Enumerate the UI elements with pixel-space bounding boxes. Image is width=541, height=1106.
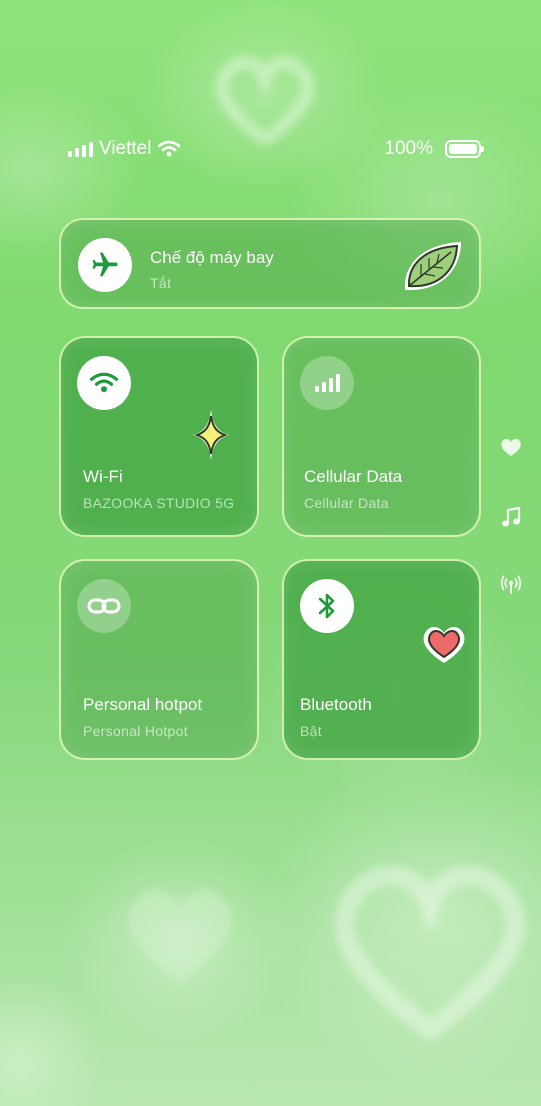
bluetooth-tile[interactable]: Bluetooth Bật [282,559,481,760]
cellular-data-tile[interactable]: Cellular Data Cellular Data [282,336,481,537]
wifi-status-icon [158,140,181,157]
carrier-name: Viettel [99,138,152,159]
signal-strength-icon [68,141,93,157]
status-bar: Viettel 100% [68,138,484,164]
broadcast-icon[interactable] [498,572,524,598]
bluetooth-state: Bật [300,723,322,739]
airplane-icon [78,238,132,292]
sparkle-sticker-icon [193,410,229,460]
heart-sticker-icon [423,627,465,663]
battery-percentage: 100% [384,138,433,159]
airplane-mode-toggle[interactable]: Chế độ máy bay Tắt [59,218,481,309]
airplane-mode-state: Tắt [150,275,172,291]
cellular-data-label: Cellular Data [304,467,403,486]
personal-hotspot-tile[interactable]: Personal hotpot Personal Hotpot [59,559,259,760]
cellular-signal-icon [300,356,354,410]
cellular-data-subtitle: Cellular Data [304,495,389,511]
personal-hotspot-subtitle: Personal Hotpot [83,723,188,739]
wifi-tile[interactable]: Wi-Fi BAZOOKA STUDIO 5G [59,336,259,537]
leaf-sticker-icon [404,242,461,291]
bluetooth-label: Bluetooth [300,695,372,714]
bluetooth-icon [300,579,354,633]
wifi-icon [77,356,131,410]
wifi-network-name: BAZOOKA STUDIO 5G [83,495,235,511]
airplane-mode-label: Chế độ máy bay [150,248,274,267]
background-heart-decoration [215,56,315,145]
wifi-label: Wi-Fi [83,467,123,486]
background-heart-decoration [334,865,526,1040]
background-heart-decoration [128,890,232,983]
music-note-icon[interactable] [498,504,524,530]
personal-hotspot-label: Personal hotpot [83,695,203,714]
heart-icon[interactable] [498,434,524,460]
link-icon [77,579,131,633]
battery-icon [445,140,484,158]
